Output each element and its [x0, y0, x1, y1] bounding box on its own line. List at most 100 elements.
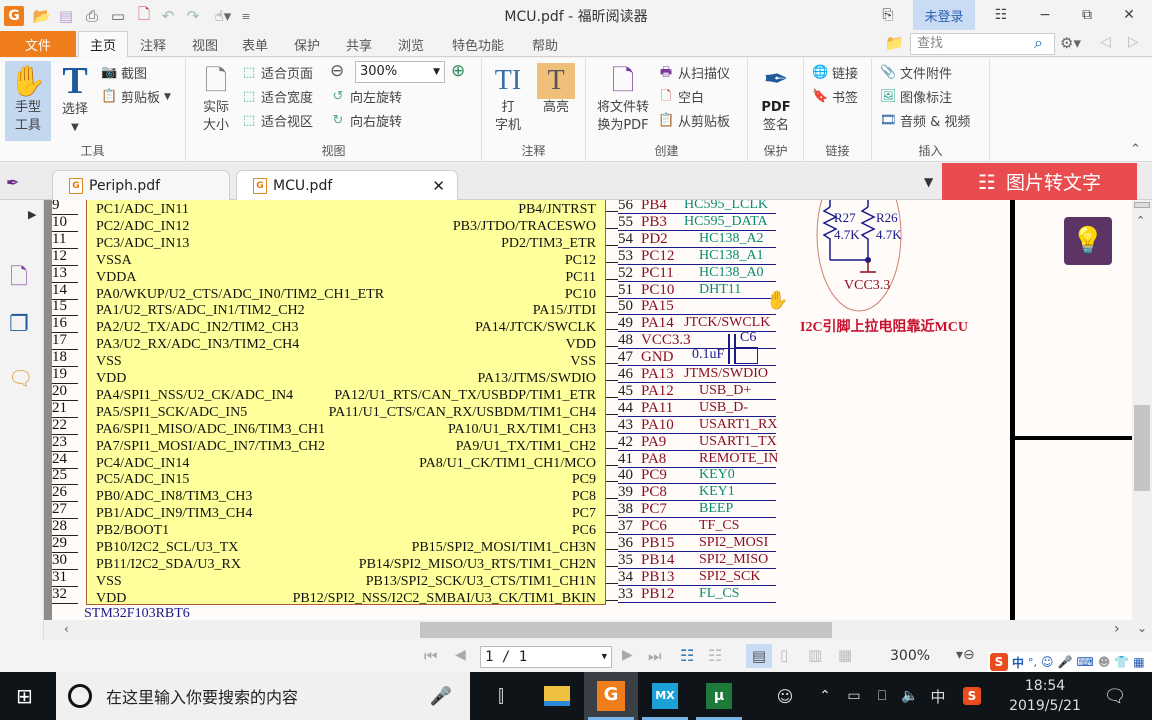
find-folder-icon[interactable]: 📁 [885, 34, 904, 52]
collapse-ribbon-icon[interactable]: ⌃ [1130, 142, 1141, 157]
login-button[interactable]: 未登录 [913, 0, 975, 30]
battery-icon[interactable]: ▭ [842, 672, 866, 720]
horizontal-scrollbar[interactable]: ‹ › ⌄ [44, 620, 1152, 640]
image-to-text-button[interactable]: ☷ 图片转文字 [942, 163, 1137, 200]
show-hidden-icons[interactable]: ⌃ [815, 672, 835, 720]
from-scanner-button[interactable]: 🖶 从扫描仪 [658, 63, 730, 83]
ime-chinese-mode[interactable]: 中 [1012, 654, 1024, 671]
ime-keyboard-icon[interactable]: ⌨ [1076, 655, 1093, 669]
next-view-icon[interactable]: ☷ [708, 646, 722, 665]
scroll-right-icon[interactable]: › [1114, 621, 1120, 637]
expand-panel-icon[interactable]: ▶ [28, 208, 36, 221]
file-attachment-button[interactable]: 📎 文件附件 [880, 63, 952, 83]
convert-to-pdf-button[interactable]: 🗋 将文件转 换为PDF [592, 63, 654, 135]
zoom-out-icon[interactable]: ⊖ [330, 61, 344, 81]
foxit-hub-icon[interactable]: ✒ [6, 173, 26, 193]
ime-emoji-icon[interactable]: ☺ [1041, 655, 1054, 669]
audio-video-button[interactable]: 🎞 音频 & 视频 [880, 111, 970, 131]
taskbar-cubemx[interactable]: MX [638, 672, 692, 720]
close-button[interactable]: ✕ [1108, 0, 1150, 30]
file-menu[interactable]: 文件 [0, 31, 76, 57]
tips-button[interactable]: 💡 [1064, 217, 1112, 265]
taskbar-keil[interactable]: μ [692, 672, 746, 720]
rotate-right-button[interactable]: ↻ 向右旋转 [330, 111, 402, 131]
pdf-sign-button[interactable]: ✒ PDF 签名 [754, 61, 798, 135]
task-view-icon[interactable]: ⫿ [474, 672, 528, 720]
hand-tool-button[interactable]: ✋ 手型 工具 [5, 61, 51, 141]
link-button[interactable]: 🌐 链接 [812, 63, 858, 83]
prev-page-icon[interactable]: ◀ [455, 647, 466, 663]
from-clipboard-button[interactable]: 📋 从剪贴板 [658, 111, 730, 131]
document-view[interactable]: 9 10 11 12 13 14 15 16 17 18 19 20 21 22 23 24 25 26 27 28 2… [44, 200, 1132, 620]
vertical-scroll-thumb[interactable] [1134, 405, 1150, 491]
sogou-tray-icon[interactable]: S [960, 672, 984, 720]
ime-toolbox-icon[interactable]: ▦ [1133, 655, 1144, 669]
sogou-logo-icon[interactable]: S [990, 653, 1008, 671]
select-tool-button[interactable]: T 选择 ▼ [55, 61, 95, 137]
tab-browse[interactable]: 浏览 [388, 31, 434, 57]
fit-visible-button[interactable]: ⬚ 适合视区 [241, 111, 313, 131]
tab-help[interactable]: 帮助 [522, 31, 568, 57]
scroll-down-icon[interactable]: ⌄ [1137, 621, 1147, 635]
next-page-icon[interactable]: ▶ [622, 647, 633, 663]
zoom-in-icon[interactable]: ⊕ [451, 61, 465, 81]
fullscreen-icon[interactable]: ☷ [980, 0, 1022, 30]
people-icon[interactable]: ☺ [770, 672, 800, 720]
continuous-view-button[interactable]: ▯ [780, 646, 788, 664]
bookmark-button[interactable]: 🔖 书签 [812, 87, 858, 107]
typewriter-button[interactable]: TI 打 字机 [488, 63, 528, 135]
rotate-left-button[interactable]: ↺ 向左旋转 [330, 87, 402, 107]
tab-periph-pdf[interactable]: G Periph.pdf [52, 170, 230, 200]
facing-view-button[interactable]: ▥ [808, 646, 822, 664]
status-zoom-out-icon[interactable]: ▾⊖ [956, 647, 975, 663]
fit-page-button[interactable]: ⬚ 适合页面 [241, 63, 313, 83]
share-icon[interactable]: ⎘ [868, 0, 908, 30]
ime-mic-icon[interactable]: 🎤 [1058, 655, 1073, 669]
ime-user-icon[interactable]: ☻ [1098, 655, 1111, 669]
tab-home[interactable]: 主页 [78, 31, 128, 57]
highlight-button[interactable]: T 高亮 [536, 63, 576, 117]
previous-view-icon[interactable]: ☷ [680, 646, 694, 665]
comments-panel-icon[interactable]: 🗨 [8, 366, 33, 390]
microphone-icon[interactable]: 🎤 [430, 686, 452, 707]
scroll-grip[interactable] [1134, 202, 1150, 208]
clipboard-button[interactable]: 📋 剪贴板 ▼ [101, 87, 171, 107]
clock[interactable]: 18:54 2019/5/21 [1000, 672, 1090, 720]
tab-protect[interactable]: 保护 [284, 31, 330, 57]
tab-features[interactable]: 特色功能 [440, 31, 516, 57]
actual-size-button[interactable]: 🗋 实际 大小 [196, 63, 236, 135]
tab-mcu-pdf[interactable]: G MCU.pdf ✕ [236, 170, 458, 200]
next-result-icon[interactable]: ▷ [1128, 34, 1139, 50]
ime-toolbar[interactable]: S 中 °, ☺ 🎤 ⌨ ☻ 👕 ▦ [988, 652, 1152, 672]
tab-form[interactable]: 表单 [232, 31, 278, 57]
prev-result-icon[interactable]: ◁ [1100, 34, 1111, 50]
scroll-left-icon[interactable]: ‹ [64, 622, 69, 636]
horizontal-scroll-thumb[interactable] [420, 622, 832, 638]
tab-view[interactable]: 视图 [182, 31, 228, 57]
zoom-level-select[interactable]: 300% ▼ [355, 61, 445, 83]
fit-width-button[interactable]: ⬚ 适合宽度 [241, 87, 313, 107]
tab-share[interactable]: 共享 [336, 31, 382, 57]
continuous-facing-view-button[interactable]: ▦ [838, 646, 852, 664]
first-page-icon[interactable]: ⏮ [424, 647, 438, 665]
taskbar-search-box[interactable]: 在这里输入你要搜索的内容 🎤 [56, 672, 470, 720]
network-icon[interactable]: ⎕ [870, 672, 894, 720]
ime-punctuation[interactable]: °, [1028, 656, 1037, 669]
status-zoom-value[interactable]: 300% [890, 648, 930, 664]
windows-start-icon[interactable]: ⊞ [16, 684, 33, 708]
close-tab-icon[interactable]: ✕ [432, 177, 445, 195]
scroll-up-icon[interactable]: ⌃ [1136, 214, 1145, 227]
vertical-scrollbar[interactable]: ⌃ [1132, 200, 1152, 620]
snapshot-button[interactable]: 📷 截图 [101, 63, 147, 83]
single-page-view-button[interactable]: ▤ [746, 644, 772, 668]
search-icon[interactable]: ⌕ [1034, 33, 1043, 53]
settings-gear-icon[interactable]: ⚙▾ [1060, 34, 1081, 52]
action-center-icon[interactable]: 🗨 [1100, 672, 1130, 720]
tab-list-dropdown-icon[interactable]: ▼ [924, 175, 933, 189]
ime-skin-icon[interactable]: 👕 [1114, 655, 1129, 669]
minimize-button[interactable]: − [1024, 0, 1066, 30]
page-number-input[interactable]: 1 / 1 ▼ [480, 646, 612, 668]
input-method-indicator[interactable]: 中 [926, 672, 950, 720]
volume-icon[interactable]: 🔈 [898, 672, 922, 720]
bookmark-panel-icon[interactable]: 🗋 [10, 260, 28, 298]
